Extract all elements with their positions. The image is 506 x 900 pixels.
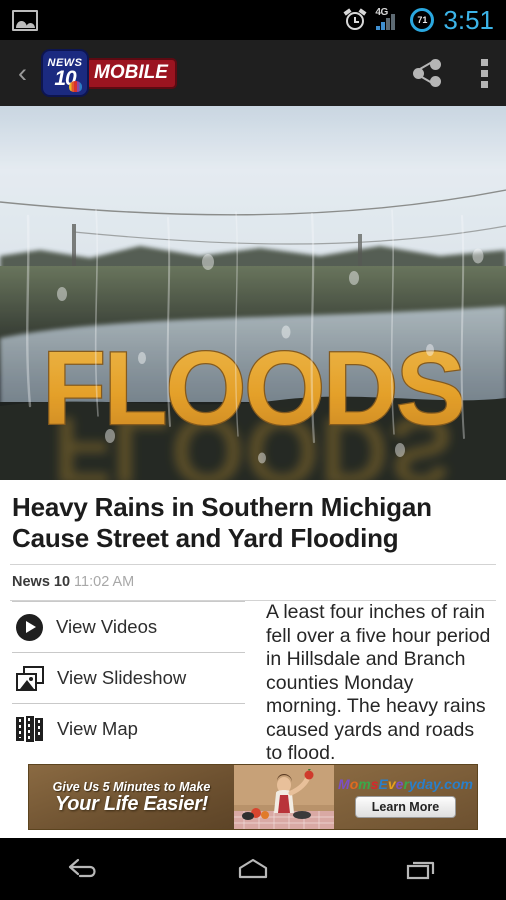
page-title: Heavy Rains in Southern Michigan Cause S… (12, 492, 432, 553)
action-label: View Map (57, 718, 138, 739)
play-circle-icon (16, 613, 43, 641)
article-section: Heavy Rains in Southern Michigan Cause S… (0, 480, 506, 766)
article-source: News 10 (12, 574, 71, 590)
nav-recents-button[interactable] (367, 838, 477, 900)
folded-map-icon (16, 716, 44, 742)
home-icon (238, 858, 268, 879)
action-view-videos[interactable]: View Videos (12, 602, 252, 652)
advertisement-banner[interactable]: Give Us 5 Minutes to Make Your Life Easi… (28, 764, 478, 830)
share-icon[interactable] (413, 59, 441, 87)
alarm-icon (343, 8, 367, 31)
news10-logo-icon: NEWS 10 (41, 49, 89, 97)
action-label: View Slideshow (57, 667, 187, 688)
photo-stack-icon (16, 665, 44, 691)
photo-notification-icon (12, 9, 38, 31)
logo-mobile-tag: MOBILE (85, 57, 177, 89)
action-label: View Videos (56, 616, 158, 637)
ad-line-2: Your Life Easier! (54, 792, 209, 815)
byline: News 10 11:02 AM (0, 565, 506, 600)
recent-apps-icon (406, 861, 434, 880)
ad-photo-panel (234, 765, 334, 829)
action-view-slideshow[interactable]: View Slideshow (12, 653, 252, 703)
signal-4g-icon: 4G (375, 8, 401, 32)
app-logo[interactable]: NEWS 10 MOBILE (41, 49, 177, 97)
nbc-peacock-icon (69, 81, 82, 92)
hero-illustration: FLOODS FLOODS (0, 106, 506, 480)
overflow-menu-icon[interactable] (481, 58, 488, 88)
article-actions-list: View Videos View Slideshow View Map (12, 601, 252, 766)
back-arrow-icon (69, 858, 96, 878)
ad-kitchen-photo (234, 765, 334, 829)
battery-icon: 71 (410, 8, 435, 32)
ad-cta-panel: MomsEveryday.com Learn More (334, 765, 477, 829)
status-bar: 4G 71 3:51 (0, 0, 506, 40)
status-bar-notifications (12, 9, 38, 31)
status-bar-clock: 3:51 (443, 4, 494, 35)
status-bar-system-icons: 4G 71 3:51 (343, 4, 494, 36)
nav-back-button[interactable] (29, 838, 139, 900)
android-navigation-bar (0, 838, 506, 900)
article-timestamp: 11:02 AM (74, 574, 135, 590)
app-bar: ‹ NEWS 10 MOBILE (0, 40, 506, 106)
ad-learn-more-button[interactable]: Learn More (354, 796, 457, 818)
phone-screen: 4G 71 3:51 ‹ NEWS 10 MOBILE FLOODS FLOOD… (0, 0, 506, 900)
ad-brand-label: MomsEveryday.com (338, 776, 473, 792)
ad-line-1: Give Us 5 Minutes to Make (52, 779, 211, 794)
action-view-map[interactable]: View Map (12, 704, 252, 754)
battery-level-label: 71 (417, 15, 428, 25)
nav-home-button[interactable] (198, 838, 308, 900)
hero-image[interactable]: FLOODS FLOODS (0, 106, 506, 480)
article-body: A least four inches of rain fell over a … (266, 601, 491, 764)
app-bar-actions (413, 58, 488, 88)
ad-headline-panel: Give Us 5 Minutes to Make Your Life Easi… (29, 765, 234, 829)
article-content: View Videos View Slideshow View Map A le… (0, 601, 506, 766)
back-chevron-icon[interactable]: ‹ (18, 59, 27, 87)
